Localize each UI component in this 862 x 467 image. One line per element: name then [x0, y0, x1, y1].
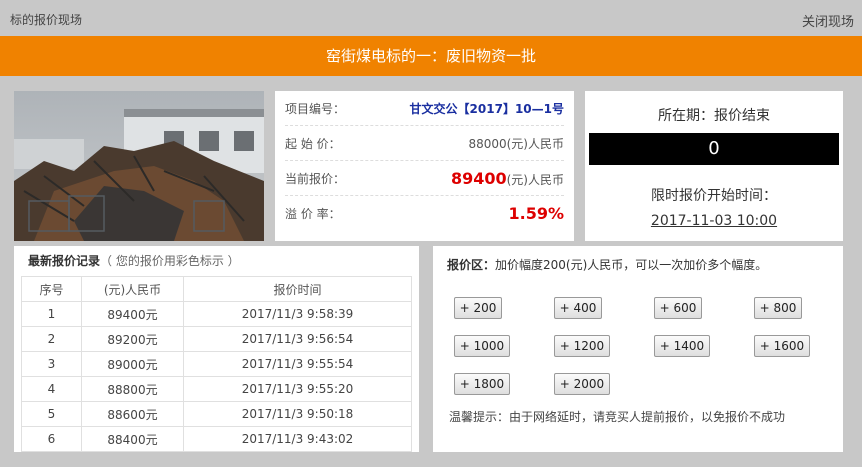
close-button[interactable]: 关闭现场: [802, 11, 854, 30]
bid-plus-400-button[interactable]: + 400: [554, 297, 602, 319]
bid-plus-1400-button[interactable]: + 1400: [654, 335, 710, 357]
row-amount: 88800元: [81, 376, 184, 402]
top-bar: 标的报价现场 关闭现场: [0, 0, 862, 36]
column-header: 序号: [21, 276, 82, 302]
table-row: 5 88600元 2017/11/3 9:50:18: [21, 401, 412, 427]
records-title: 最新报价记录: [28, 254, 101, 268]
start-time-label: 限时报价开始时间：: [651, 188, 777, 204]
period-status: 所在期：报价结束: [658, 108, 770, 124]
current-price-label: 当前报价：: [285, 171, 346, 186]
bid-plus-200-button[interactable]: + 200: [454, 297, 502, 319]
row-amount: 89200元: [81, 326, 184, 352]
records-subtitle: （ 您的报价用彩色标示 ）: [100, 254, 240, 268]
records-header: 最新报价记录（ 您的报价用彩色标示 ）: [14, 246, 419, 276]
project-number-value: 甘文交公【2017】10—1号: [409, 101, 564, 116]
column-header: 报价时间: [183, 276, 412, 302]
bid-plus-1200-button[interactable]: + 1200: [554, 335, 610, 357]
table-row: 6 88400元 2017/11/3 9:43:02: [21, 426, 412, 452]
item-photo: [14, 91, 264, 241]
row-index: 4: [21, 376, 82, 402]
scrap-metal-photo: [14, 91, 264, 241]
row-index: 3: [21, 351, 82, 377]
row-time: 2017/11/3 9:55:20: [183, 376, 412, 402]
project-number-label: 项目编号：: [285, 101, 346, 116]
bid-plus-600-button[interactable]: + 600: [654, 297, 702, 319]
project-number-row: 项目编号： 甘文交公【2017】10—1号: [285, 91, 564, 126]
start-price-label: 起 始 价：: [285, 136, 341, 151]
table-row: 3 89000元 2017/11/3 9:55:54: [21, 351, 412, 377]
row-time: 2017/11/3 9:43:02: [183, 426, 412, 452]
bid-plus-1600-button[interactable]: + 1600: [754, 335, 810, 357]
auction-status-panel: 所在期：报价结束 0 限时报价开始时间： 2017-11-03 10:00: [585, 91, 843, 241]
bid-plus-1000-button[interactable]: + 1000: [454, 335, 510, 357]
row-index: 5: [21, 401, 82, 427]
row-time: 2017/11/3 9:58:39: [183, 301, 412, 327]
current-price-unit: (元)人民币: [506, 172, 564, 187]
start-price-row: 起 始 价： 88000(元)人民币: [285, 126, 564, 161]
bid-records-panel: 最新报价记录（ 您的报价用彩色标示 ） 序号 (元)人民币 报价时间 1 894…: [14, 246, 419, 452]
table-row: 1 89400元 2017/11/3 9:58:39: [21, 301, 412, 327]
premium-rate-value: 1.59%: [508, 204, 564, 223]
row-amount: 88600元: [81, 401, 184, 427]
table-row: 2 89200元 2017/11/3 9:56:54: [21, 326, 412, 352]
breadcrumb: 标的报价现场: [10, 13, 83, 27]
row-amount: 89400元: [81, 301, 184, 327]
row-amount: 88400元: [81, 426, 184, 452]
column-header: (元)人民币: [81, 276, 184, 302]
warm-tip: 温馨提示：由于网络延时，请竞买人提前报价，以免报价不成功: [449, 410, 786, 424]
row-amount: 89000元: [81, 351, 184, 377]
bid-button-grid: + 200 + 400 + 600 + 800 + 1000 + 1200 + …: [447, 297, 829, 417]
item-info-panel: 项目编号： 甘文交公【2017】10—1号 起 始 价： 88000(元)人民币…: [275, 91, 574, 241]
row-time: 2017/11/3 9:50:18: [183, 401, 412, 427]
bid-header: 报价区：加价幅度200(元)人民币，可以一次加价多个幅度。: [447, 256, 829, 273]
bid-title: 报价区：: [447, 258, 496, 272]
records-table: 序号 (元)人民币 报价时间 1 89400元 2017/11/3 9:58:3…: [21, 276, 412, 452]
table-header-row: 序号 (元)人民币 报价时间: [21, 276, 412, 302]
current-price-value: 89400: [450, 168, 507, 188]
current-price-row: 当前报价： 89400(元)人民币: [285, 161, 564, 196]
row-index: 2: [21, 326, 82, 352]
start-price-value: 88000(元)人民币: [468, 136, 564, 151]
bid-plus-800-button[interactable]: + 800: [754, 297, 802, 319]
bid-plus-1800-button[interactable]: + 1800: [454, 373, 510, 395]
premium-rate-label: 溢 价 率：: [285, 207, 341, 221]
bid-panel: 报价区：加价幅度200(元)人民币，可以一次加价多个幅度。 + 200 + 40…: [433, 246, 843, 452]
page-title: 窑街煤电标的一：废旧物资一批: [0, 36, 862, 76]
row-index: 6: [21, 426, 82, 452]
countdown-display: 0: [589, 133, 839, 165]
bid-description: 加价幅度200(元)人民币，可以一次加价多个幅度。: [495, 258, 768, 272]
table-row: 4 88800元 2017/11/3 9:55:20: [21, 376, 412, 402]
row-time: 2017/11/3 9:56:54: [183, 326, 412, 352]
row-index: 1: [21, 301, 82, 327]
premium-rate-row: 溢 价 率： 1.59%: [285, 196, 564, 231]
row-time: 2017/11/3 9:55:54: [183, 351, 412, 377]
bid-plus-2000-button[interactable]: + 2000: [554, 373, 610, 395]
start-time-value: 2017-11-03 10:00: [650, 213, 778, 229]
